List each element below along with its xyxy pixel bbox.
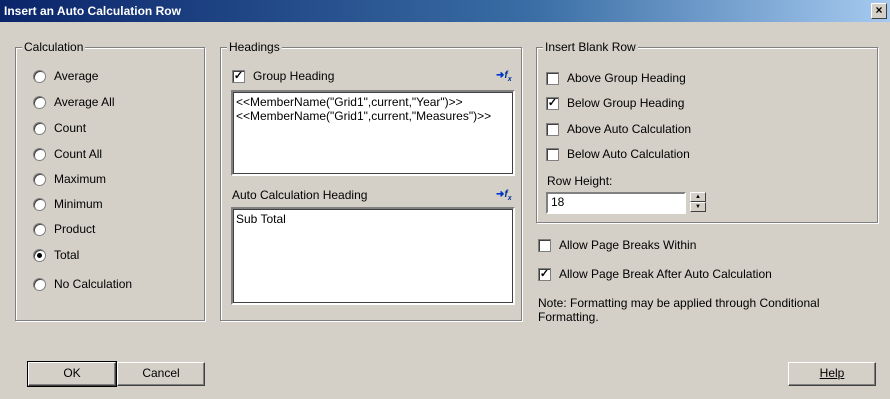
blank-row-above-group-heading-checkbox[interactable]: Above Group Heading (546, 70, 686, 86)
radio-icon (33, 95, 46, 109)
calc-option-label: Total (54, 248, 80, 262)
row-height-spinner[interactable]: ▲ ▼ (690, 192, 706, 212)
blank-row-above-auto-calculation-checkbox[interactable]: Above Auto Calculation (546, 121, 691, 137)
radio-icon (33, 172, 46, 186)
blank-row-option-label: Above Group Heading (567, 71, 686, 85)
allow-within-check-icon (538, 238, 551, 252)
checkbox-icon (546, 122, 559, 136)
calc-option-label: Count All (54, 147, 103, 161)
auto-calc-heading-label: Auto Calculation Heading (232, 188, 368, 202)
close-icon[interactable]: × (871, 3, 887, 19)
formatting-note: Note: Formatting may be applied through … (538, 296, 820, 324)
calc-option-count-all[interactable]: Count All (33, 146, 102, 162)
calc-option-minimum[interactable]: Minimum (33, 196, 103, 212)
allow-page-break-after-checkbox[interactable]: ✓ Allow Page Break After Auto Calculatio… (538, 266, 772, 282)
calc-option-label: Minimum (54, 197, 103, 211)
calc-option-count[interactable]: Count (33, 120, 86, 136)
radio-icon (33, 197, 46, 211)
calc-option-label: Average (54, 69, 99, 83)
headings-group-label: Headings (227, 40, 282, 54)
ok-button[interactable]: OK (27, 361, 117, 387)
calc-option-total[interactable]: Total (33, 247, 79, 263)
calc-option-label: Maximum (54, 172, 107, 186)
checkbox-icon: ✓ (546, 96, 559, 110)
help-label: Help (819, 366, 845, 380)
window-title: Insert an Auto Calculation Row (4, 4, 181, 18)
calc-option-label: No Calculation (54, 277, 133, 291)
calc-option-product[interactable]: Product (33, 221, 95, 237)
radio-icon (33, 248, 46, 262)
radio-icon (33, 121, 46, 135)
radio-icon (33, 147, 46, 161)
insert-function-icon[interactable]: ➜fx (496, 189, 512, 202)
blank-row-below-auto-calculation-checkbox[interactable]: Below Auto Calculation (546, 146, 690, 162)
title-bar: Insert an Auto Calculation Row × (0, 0, 890, 22)
calc-option-maximum[interactable]: Maximum (33, 171, 106, 187)
blank-row-option-label: Above Auto Calculation (567, 122, 692, 136)
radio-icon (33, 69, 46, 83)
calc-option-no-calculation[interactable]: No Calculation (33, 276, 132, 292)
allow-within-label: Allow Page Breaks Within (559, 238, 697, 252)
calc-option-average[interactable]: Average (33, 68, 98, 84)
allow-page-breaks-within-checkbox[interactable]: Allow Page Breaks Within (538, 237, 696, 253)
group-heading-check-icon: ✓ (232, 69, 245, 83)
calc-option-label: Product (54, 222, 96, 236)
calc-option-label: Count (54, 121, 87, 135)
radio-icon (33, 277, 46, 291)
calc-option-average-all[interactable]: Average All (33, 94, 115, 110)
checkbox-icon (546, 147, 559, 161)
group-heading-textarea[interactable]: <<MemberName("Grid1",current,"Year")>> <… (231, 90, 515, 176)
auto-calc-heading-textarea[interactable]: Sub Total (231, 207, 515, 305)
blank-row-option-label: Below Auto Calculation (567, 147, 690, 161)
cancel-button[interactable]: Cancel (117, 362, 205, 386)
insert-blank-row-label: Insert Blank Row (543, 40, 638, 54)
allow-after-label: Allow Page Break After Auto Calculation (559, 267, 772, 281)
row-height-label: Row Height: (547, 174, 613, 188)
group-heading-checkbox[interactable]: ✓ Group Heading (232, 68, 334, 84)
blank-row-below-group-heading-checkbox[interactable]: ✓ Below Group Heading (546, 95, 684, 111)
help-button[interactable]: Help (788, 362, 876, 386)
calc-option-label: Average All (54, 95, 115, 109)
allow-after-check-icon: ✓ (538, 267, 551, 281)
spin-down-icon[interactable]: ▼ (690, 202, 706, 212)
radio-icon (33, 222, 46, 236)
spin-up-icon[interactable]: ▲ (690, 192, 706, 202)
calculation-group-label: Calculation (22, 40, 86, 54)
row-height-input[interactable]: 18 (546, 192, 686, 214)
insert-function-icon[interactable]: ➜fx (496, 70, 512, 83)
checkbox-icon (546, 71, 559, 85)
group-heading-label: Group Heading (253, 69, 335, 83)
blank-row-option-label: Below Group Heading (567, 96, 685, 110)
